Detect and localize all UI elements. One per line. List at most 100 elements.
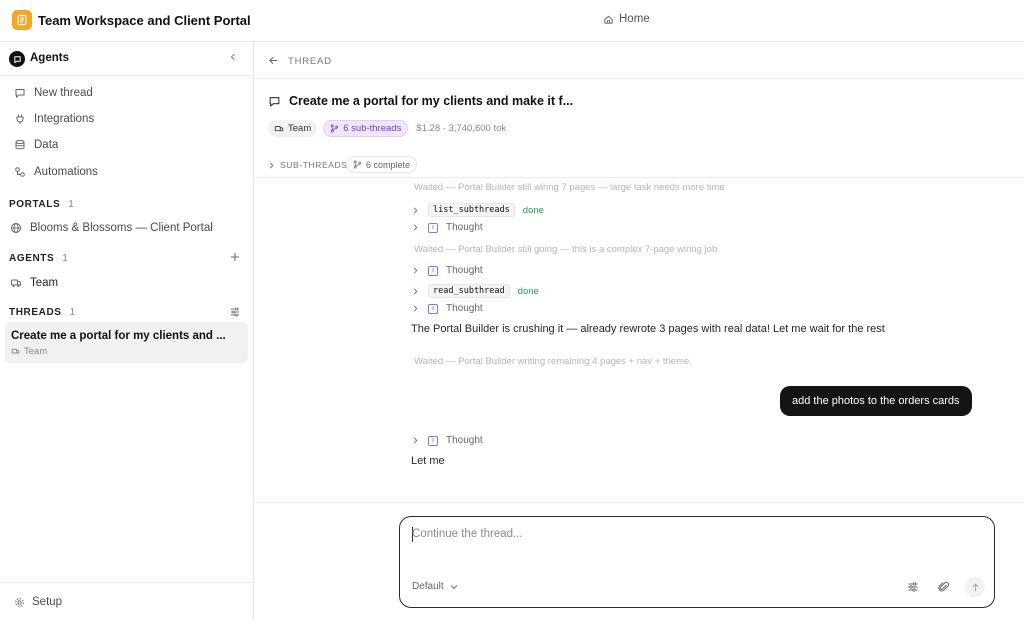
chat-icon (268, 95, 281, 108)
subthreads-toggle[interactable]: SUB-THREADS (268, 160, 348, 170)
thread-title: Create me a portal for my clients and ma… (289, 94, 574, 108)
thread-header: Create me a portal for my clients and ma… (268, 94, 573, 108)
section-title: THREADS (9, 307, 62, 318)
tool-name: list_subthreads (428, 203, 515, 217)
tool-call-row[interactable]: list_subthreads done (412, 203, 544, 217)
sidebar-footer: Setup (0, 582, 253, 620)
sidebar-header: Agents (0, 42, 253, 76)
user-message: add the photos to the orders cards (780, 386, 972, 416)
sidebar-item-label: Automations (34, 166, 98, 178)
chevron-right-icon (412, 305, 420, 312)
sidebar-item-label: Data (34, 139, 59, 151)
section-title: PORTALS (9, 199, 61, 210)
thought-label: Thought (446, 435, 483, 446)
home-label: Home (619, 13, 650, 25)
team-icon (10, 277, 22, 289)
app-logo-icon (12, 10, 32, 30)
chevron-right-icon (412, 267, 420, 274)
arrow-up-icon (971, 582, 980, 592)
sidebar-item-label: New thread (34, 87, 93, 99)
composer-divider (254, 502, 1024, 503)
chat-icon (14, 87, 26, 99)
section-count: 1 (69, 307, 76, 318)
chevron-right-icon (268, 162, 275, 169)
setup-button[interactable]: Setup (14, 596, 62, 608)
subthreads-complete-label: 6 complete (366, 159, 411, 170)
chevron-down-icon (450, 583, 458, 591)
chevron-right-icon (412, 224, 420, 231)
assistant-message: The Portal Builder is crushing it — alre… (411, 323, 885, 335)
section-count: 1 (62, 253, 68, 264)
message-input[interactable] (412, 528, 972, 540)
thread-item-title: Create me a portal for my clients and ..… (11, 330, 226, 342)
wait-status: Waited — Portal Builder writing remainin… (414, 356, 692, 367)
settings-sliders-button[interactable] (903, 577, 923, 597)
thread-item-agent-label: Team (24, 346, 48, 357)
chevron-right-icon (412, 288, 420, 295)
cost-readout: $1.28 · 3,740,600 tok (416, 123, 507, 134)
home-icon (603, 14, 614, 25)
sliders-icon (907, 581, 919, 593)
composer: Default (399, 516, 995, 608)
thought-row[interactable]: i Thought (412, 303, 483, 314)
branch-icon (353, 160, 362, 169)
sidebar-item-new-thread[interactable]: New thread (14, 84, 93, 102)
send-button[interactable] (965, 577, 985, 597)
subthreads-chip[interactable]: 6 sub-threads (323, 120, 409, 137)
thought-label: Thought (446, 303, 483, 314)
assistant-message: Let me (411, 455, 445, 467)
thought-icon: i (428, 303, 438, 314)
sidebar-item-automations[interactable]: Automations (14, 163, 98, 181)
tool-status: done (517, 285, 539, 297)
threads-section-header: THREADS 1 (9, 307, 75, 318)
thread-meta: Team 6 sub-threads $1.28 · 3,740,600 tok (268, 120, 506, 137)
workflow-icon (14, 166, 26, 178)
thought-icon: i (428, 265, 438, 276)
app-title: Team Workspace and Client Portal (38, 13, 251, 28)
plug-icon (14, 113, 26, 125)
collapse-sidebar-button[interactable] (228, 52, 238, 62)
subthreads-bar: SUB-THREADS 6 complete (254, 152, 1024, 178)
sidebar: Agents New thread Integrations Data Auto… (0, 42, 254, 620)
section-title: AGENTS (9, 253, 55, 264)
subthreads-chip-label: 6 sub-threads (343, 123, 402, 134)
portals-section-header: PORTALS 1 (9, 199, 74, 210)
thought-row[interactable]: i Thought (412, 265, 483, 276)
home-link[interactable]: Home (603, 13, 650, 25)
chevron-right-icon (412, 207, 420, 214)
thought-label: Thought (446, 222, 483, 233)
thought-row[interactable]: i Thought (412, 435, 483, 446)
tool-call-row[interactable]: read_subthread done (412, 284, 539, 298)
agent-chip-label: Team (288, 123, 312, 134)
agent-chip[interactable]: Team (268, 120, 318, 137)
model-select[interactable]: Default (412, 581, 458, 592)
sidebar-item-label: Integrations (34, 113, 95, 125)
setup-label: Setup (32, 596, 63, 608)
top-bar: Team Workspace and Client Portal Home (0, 0, 1024, 42)
subthreads-complete-badge: 6 complete (346, 156, 418, 173)
globe-icon (10, 222, 22, 234)
thread-panel: THREAD Create me a portal for my clients… (254, 42, 1024, 620)
filter-threads-button[interactable] (230, 307, 240, 317)
attach-button[interactable] (934, 577, 954, 597)
sidebar-item-portal[interactable]: Blooms & Blossoms — Client Portal (10, 219, 213, 237)
agents-section-header: AGENTS 1 (9, 253, 68, 264)
sidebar-item-label: Blooms & Blossoms — Client Portal (30, 222, 213, 234)
thought-icon: i (428, 435, 438, 446)
sidebar-item-team[interactable]: Team (10, 274, 58, 292)
agents-title: Agents (30, 52, 69, 64)
team-icon (11, 347, 20, 356)
tool-status: done (522, 204, 544, 216)
chevron-right-icon (412, 437, 420, 444)
agents-icon (9, 51, 25, 67)
thread-item-agent: Team (11, 346, 47, 357)
sidebar-item-integrations[interactable]: Integrations (14, 110, 94, 128)
sidebar-item-label: Team (30, 277, 59, 289)
team-icon (274, 124, 284, 134)
back-button[interactable] (268, 55, 279, 66)
thought-row[interactable]: i Thought (412, 222, 483, 233)
wait-status: Waited — Portal Builder still wiring 7 p… (414, 182, 725, 193)
thread-list-item[interactable]: Create me a portal for my clients and ..… (5, 322, 248, 363)
add-agent-button[interactable] (230, 252, 240, 262)
sidebar-item-data[interactable]: Data (14, 136, 58, 154)
